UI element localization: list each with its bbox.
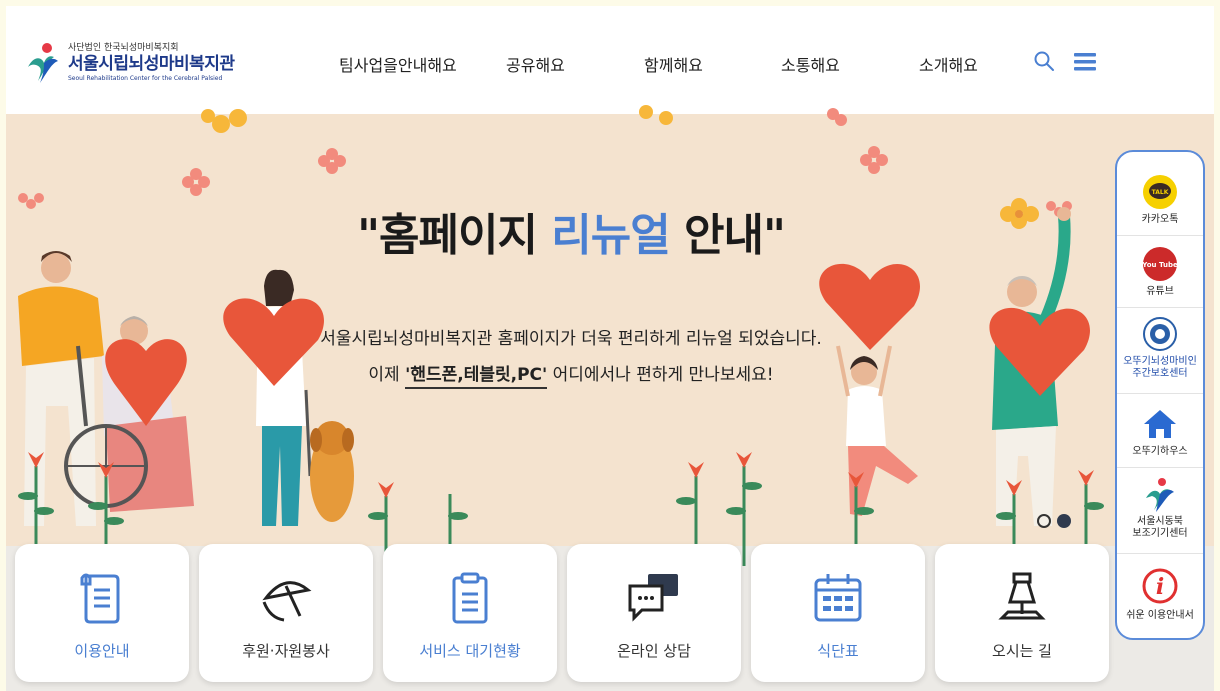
hero-line2-highlight: '핸드폰,테블릿,PC'	[405, 365, 548, 389]
nav-item-share[interactable]: 공유해요	[506, 52, 565, 76]
youtube-icon: You Tube	[1142, 247, 1178, 281]
logo-subtitle: 사단법인 한국뇌성마비복지회	[68, 43, 179, 53]
slider-pagination	[1037, 514, 1071, 528]
center-logo-icon	[1146, 478, 1174, 512]
card-donation-volunteer[interactable]: 후원·자원봉사	[199, 544, 373, 682]
logo-english: Seoul Rehabilitation Center for the Cere…	[68, 75, 223, 82]
seal-emblem-icon	[1143, 317, 1177, 351]
card-service-waitlist[interactable]: 서비스 대기현황	[383, 544, 557, 682]
card-meal-menu[interactable]: 식단표	[751, 544, 925, 682]
nav-item-communicate[interactable]: 소통해요	[781, 52, 840, 76]
search-icon[interactable]	[1033, 50, 1055, 72]
hero-title-suffix: 안내"	[669, 210, 786, 261]
umbrella-hand-icon	[262, 581, 312, 622]
shortcut-cards: 이용안내 후원·자원봉사 서비스 대기현황 온라인 상담 식단표 오시는 길	[15, 544, 1115, 684]
slider-dot-2[interactable]	[1057, 514, 1071, 528]
nav-item-together[interactable]: 함께해요	[644, 52, 703, 76]
card-usage-guide[interactable]: 이용안내	[15, 544, 189, 682]
hero-line2-suffix: 어디에서나 편하게 만나보세요!	[547, 365, 774, 385]
card-label: 이용안내	[74, 642, 130, 660]
logo-title: 서울시립뇌성마비복지관	[68, 54, 235, 74]
card-label: 오시는 길	[992, 642, 1052, 660]
logo-mark-icon	[28, 43, 58, 83]
hero-title-prefix: "홈페이지	[357, 210, 552, 261]
kakaotalk-icon-text: TALK	[1152, 189, 1169, 196]
hero-description-2: 이제 '핸드폰,테블릿,PC' 어디에서나 편하게 만나보세요!	[6, 360, 1136, 389]
quick-item-youtube[interactable]: You Tube 유튜브	[1117, 236, 1203, 308]
page-frame: 사단법인 한국뇌성마비복지회 서울시립뇌성마비복지관 Seoul Rehabil…	[6, 6, 1214, 691]
quick-label: 서울시동북 보조기기센터	[1132, 516, 1188, 539]
hero-title-accent: 리뉴얼	[551, 210, 670, 261]
hero-line2-prefix: 이제	[368, 365, 406, 385]
hero-title: "홈페이지 리뉴얼 안내"	[6, 199, 1136, 263]
card-label: 식단표	[817, 642, 859, 660]
quick-item-easy-guide[interactable]: i 쉬운 이용안내서	[1117, 554, 1203, 638]
site-logo[interactable]: 사단법인 한국뇌성마비복지회 서울시립뇌성마비복지관 Seoul Rehabil…	[24, 38, 254, 88]
hero-description-1: 서울시립뇌성마비복지관 홈페이지가 더욱 편리하게 리뉴얼 되었습니다.	[320, 329, 822, 349]
quick-item-ottugi-house[interactable]: 오뚜기하우스	[1117, 394, 1203, 468]
quick-label: 카카오톡	[1141, 214, 1179, 225]
info-icon: i	[1142, 568, 1178, 604]
quick-label: 쉬운 이용안내서	[1126, 610, 1194, 621]
quick-item-day-care-center[interactable]: 오뚜기뇌성마비인 주간보호센터	[1117, 308, 1203, 394]
quick-label: 유튜브	[1146, 286, 1174, 297]
quick-menu: TALK 카카오톡 You Tube 유튜브 오뚜기뇌성마비인 주간보호센터 오…	[1115, 150, 1205, 640]
house-icon	[1144, 410, 1176, 438]
chat-bubbles-icon	[628, 574, 678, 622]
youtube-icon-text: You Tube	[1142, 261, 1178, 269]
hamburger-menu-icon[interactable]	[1074, 53, 1096, 71]
card-label: 온라인 상담	[617, 642, 691, 660]
card-directions[interactable]: 오시는 길	[935, 544, 1109, 682]
map-pin-icon	[998, 572, 1046, 620]
nav-item-about[interactable]: 소개해요	[919, 52, 978, 76]
quick-item-assistive-device-center[interactable]: 서울시동북 보조기기센터	[1117, 468, 1203, 554]
kakaotalk-icon: TALK	[1143, 175, 1177, 209]
clipboard-list-icon	[452, 572, 488, 624]
calendar-icon	[814, 574, 862, 622]
card-online-consult[interactable]: 온라인 상담	[567, 544, 741, 682]
card-label: 후원·자원봉사	[242, 642, 330, 660]
quick-item-kakaotalk[interactable]: TALK 카카오톡	[1117, 152, 1203, 236]
info-icon-text: i	[1156, 574, 1164, 600]
slider-dot-1[interactable]	[1037, 514, 1051, 528]
nav-item-team-business[interactable]: 팀사업을안내해요	[339, 52, 457, 76]
quick-label: 오뚜기하우스	[1132, 446, 1188, 457]
quick-label: 오뚜기뇌성마비인 주간보호센터	[1123, 356, 1197, 379]
card-label: 서비스 대기현황	[419, 642, 521, 660]
document-scroll-icon	[80, 573, 120, 624]
site-header: 사단법인 한국뇌성마비복지회 서울시립뇌성마비복지관 Seoul Rehabil…	[6, 6, 1214, 114]
